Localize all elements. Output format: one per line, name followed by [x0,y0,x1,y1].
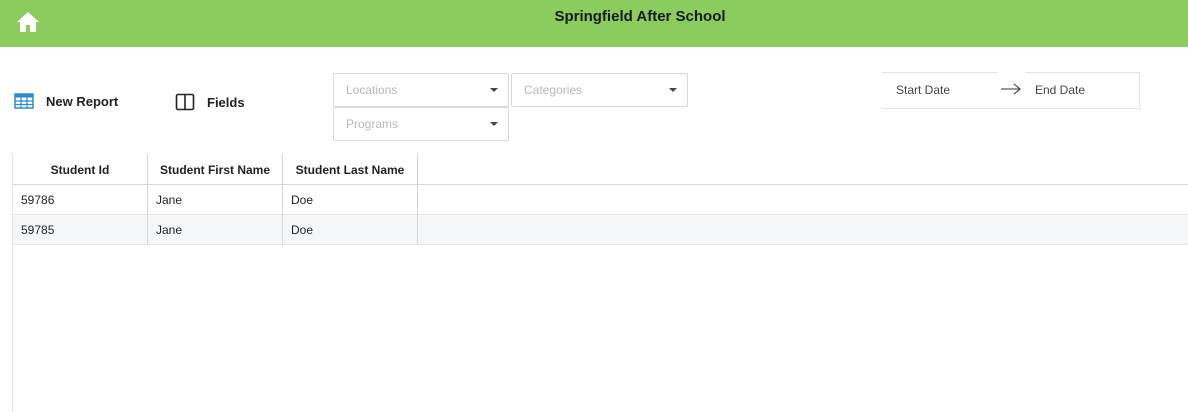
categories-placeholder: Categories [524,83,583,97]
date-range-picker[interactable]: Start Date End Date [882,72,1140,109]
table-row[interactable]: 59786 Jane Doe [13,185,1188,215]
cell-student-id: 59785 [13,215,148,245]
arrow-right-icon [1001,83,1021,95]
column-header-student-id[interactable]: Student Id [13,154,148,185]
cell-first-name: Jane [148,215,283,245]
chevron-down-icon [669,88,677,92]
divider [882,72,997,73]
new-report-button[interactable]: New Report [14,93,118,109]
column-header-first-name[interactable]: Student First Name [148,154,283,185]
table-icon [14,93,34,109]
locations-select[interactable]: Locations [333,73,509,107]
fields-label: Fields [207,94,245,110]
start-date-input[interactable]: Start Date [896,83,950,97]
cell-student-id: 59786 [13,185,148,215]
columns-icon [175,93,195,111]
new-report-label: New Report [46,93,119,109]
locations-placeholder: Locations [346,83,398,97]
app-header: Springfield After School [0,0,1188,47]
column-header-last-name[interactable]: Student Last Name [283,154,418,185]
divider [1025,72,1139,73]
programs-select[interactable]: Programs [333,107,509,141]
cell-last-name: Doe [283,185,418,215]
chevron-down-icon [490,88,498,92]
report-table: Student Id Student First Name Student La… [12,154,1188,412]
fields-button[interactable]: Fields [175,93,245,111]
app-title: Springfield After School [554,8,726,25]
cell-last-name: Doe [283,215,418,245]
table-header: Student Id Student First Name Student La… [13,154,1188,185]
end-date-input[interactable]: End Date [1035,83,1085,97]
cell-first-name: Jane [148,185,283,215]
table-row[interactable]: 59785 Jane Doe [13,215,1188,245]
programs-placeholder: Programs [346,117,399,131]
categories-select[interactable]: Categories [511,73,688,107]
chevron-down-icon [490,122,498,126]
